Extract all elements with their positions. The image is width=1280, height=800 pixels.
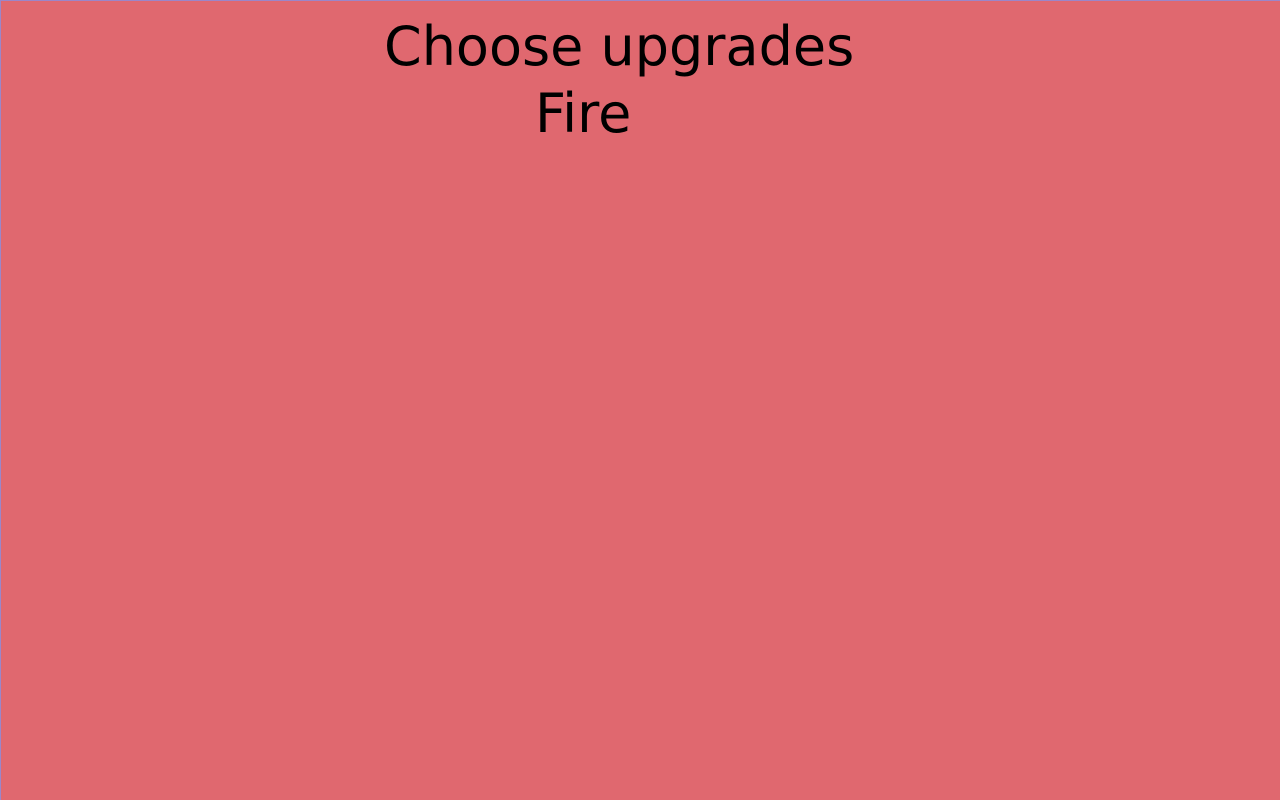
page-title: Choose upgrades	[384, 15, 855, 78]
upgrade-option-fire[interactable]: Fire	[535, 82, 631, 146]
upgrade-screen: Choose upgrades Fire	[1, 1, 1280, 800]
